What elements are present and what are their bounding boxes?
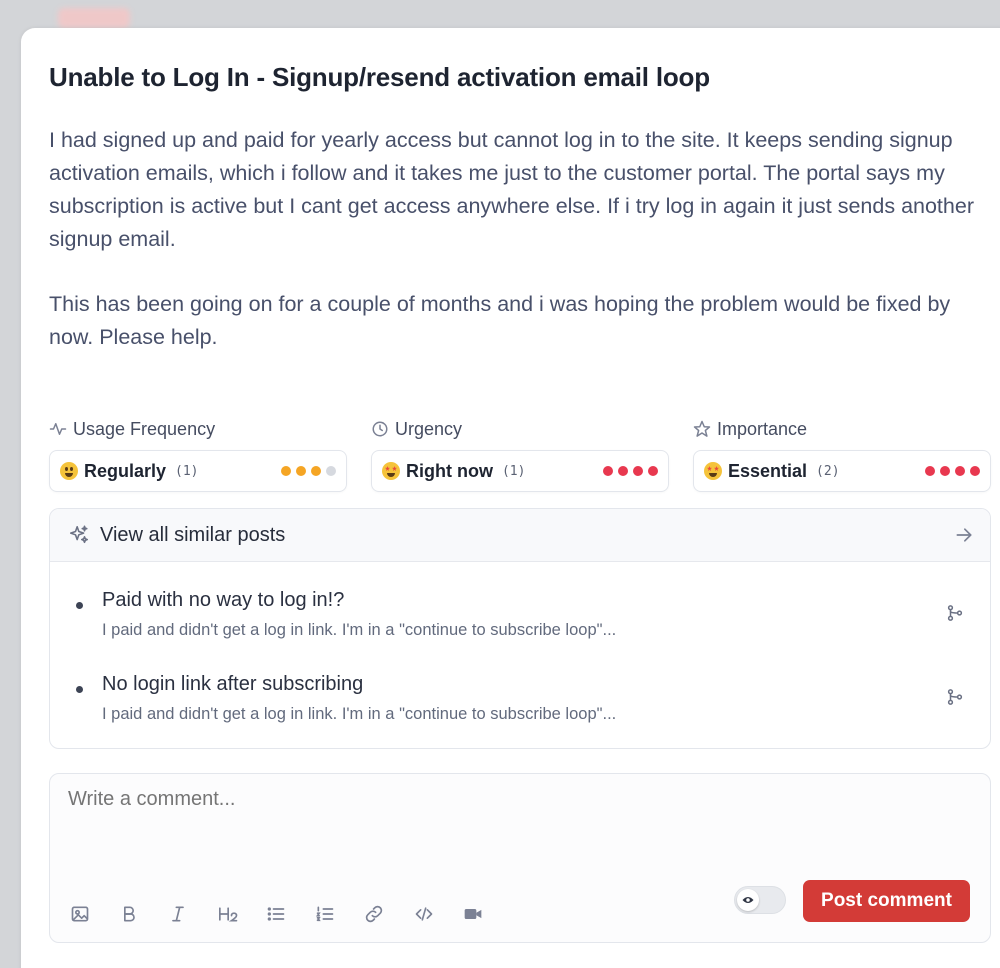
importance-count: (2) xyxy=(816,463,840,479)
bold-icon[interactable] xyxy=(119,902,168,926)
italic-icon[interactable] xyxy=(168,902,217,926)
urgency-level xyxy=(603,466,658,476)
urgency-label: Urgency xyxy=(371,416,669,442)
importance-value: Essential xyxy=(728,460,808,481)
importance-level xyxy=(925,466,980,476)
importance-selector[interactable]: Essential (2) xyxy=(693,450,991,492)
urgency-value: Right now xyxy=(406,460,493,481)
level-dot-filled xyxy=(281,466,291,476)
similar-post-title[interactable]: Paid with no way to log in!? xyxy=(102,589,344,612)
level-dot-filled xyxy=(311,466,321,476)
heading-icon[interactable] xyxy=(217,902,266,926)
post-comment-button[interactable]: Post comment xyxy=(803,880,970,922)
image-icon[interactable] xyxy=(70,902,119,926)
level-dot-filled xyxy=(618,466,628,476)
similar-posts-header: View all similar posts xyxy=(100,523,286,546)
similar-post-snippet: I paid and didn't get a log in link. I'm… xyxy=(102,705,617,723)
urgency-count: (1) xyxy=(501,463,526,479)
post-body: I had signed up and paid for yearly acce… xyxy=(49,124,979,386)
star-icon xyxy=(693,420,711,437)
urgency-selector[interactable]: Right now (1) xyxy=(371,450,669,492)
code-icon[interactable] xyxy=(413,902,462,926)
usage-frequency-attribute: Usage Frequency Regularly (1) xyxy=(49,416,347,492)
usage-frequency-level xyxy=(281,466,336,476)
visibility-toggle[interactable] xyxy=(734,886,786,914)
post-title: Unable to Log In - Signup/resend activat… xyxy=(49,62,710,92)
post-attributes: Usage Frequency Regularly (1) Urgency Ri… xyxy=(49,416,999,506)
urgency-attribute: Urgency Right now (1) xyxy=(371,416,669,492)
view-all-similar-posts-link[interactable]: View all similar posts xyxy=(50,509,990,562)
post-body-paragraph: I had signed up and paid for yearly acce… xyxy=(49,128,974,251)
star-struck-icon xyxy=(382,462,400,480)
post-body-paragraph: This has been going on for a couple of m… xyxy=(49,292,951,349)
level-dot-filled xyxy=(633,466,643,476)
formatting-toolbar xyxy=(70,902,511,926)
merge-icon[interactable] xyxy=(946,687,964,707)
comment-input[interactable] xyxy=(68,788,768,811)
importance-attribute: Importance Essential (2) xyxy=(693,416,991,492)
clock-icon xyxy=(372,421,388,437)
usage-frequency-label: Usage Frequency xyxy=(49,416,347,442)
level-dot-filled xyxy=(296,466,306,476)
comment-composer: Post comment xyxy=(49,773,991,943)
level-dot-filled xyxy=(955,466,965,476)
level-dot-filled xyxy=(970,466,980,476)
importance-label: Importance xyxy=(693,416,991,442)
usage-frequency-selector[interactable]: Regularly (1) xyxy=(49,450,347,492)
level-dot-empty xyxy=(326,466,336,476)
merge-icon[interactable] xyxy=(946,603,964,623)
video-icon[interactable] xyxy=(462,902,511,926)
arrow-right-icon xyxy=(956,528,972,542)
post-detail-panel: Unable to Log In - Signup/resend activat… xyxy=(21,28,1000,968)
eye-icon xyxy=(737,889,759,911)
similar-post-snippet: I paid and didn't get a log in link. I'm… xyxy=(102,621,617,639)
bullet-list-icon[interactable] xyxy=(266,902,315,926)
level-dot-filled xyxy=(603,466,613,476)
activity-icon xyxy=(49,423,67,435)
bullet-icon xyxy=(76,686,83,693)
usage-frequency-value: Regularly xyxy=(84,460,167,481)
level-dot-filled xyxy=(925,466,935,476)
similar-post-title[interactable]: No login link after subscribing xyxy=(102,673,363,696)
level-dot-filled xyxy=(940,466,950,476)
similar-posts-card: View all similar posts Paid with no way … xyxy=(49,508,991,749)
level-dot-filled xyxy=(648,466,658,476)
link-icon[interactable] xyxy=(364,902,413,926)
sparkles-icon xyxy=(69,525,89,544)
bullet-icon xyxy=(76,602,83,609)
usage-frequency-count: (1) xyxy=(175,463,199,479)
background-status-tag xyxy=(58,8,130,28)
numbered-list-icon[interactable] xyxy=(315,902,364,926)
star-struck-icon xyxy=(704,462,722,480)
grinning-face-icon xyxy=(60,462,78,480)
